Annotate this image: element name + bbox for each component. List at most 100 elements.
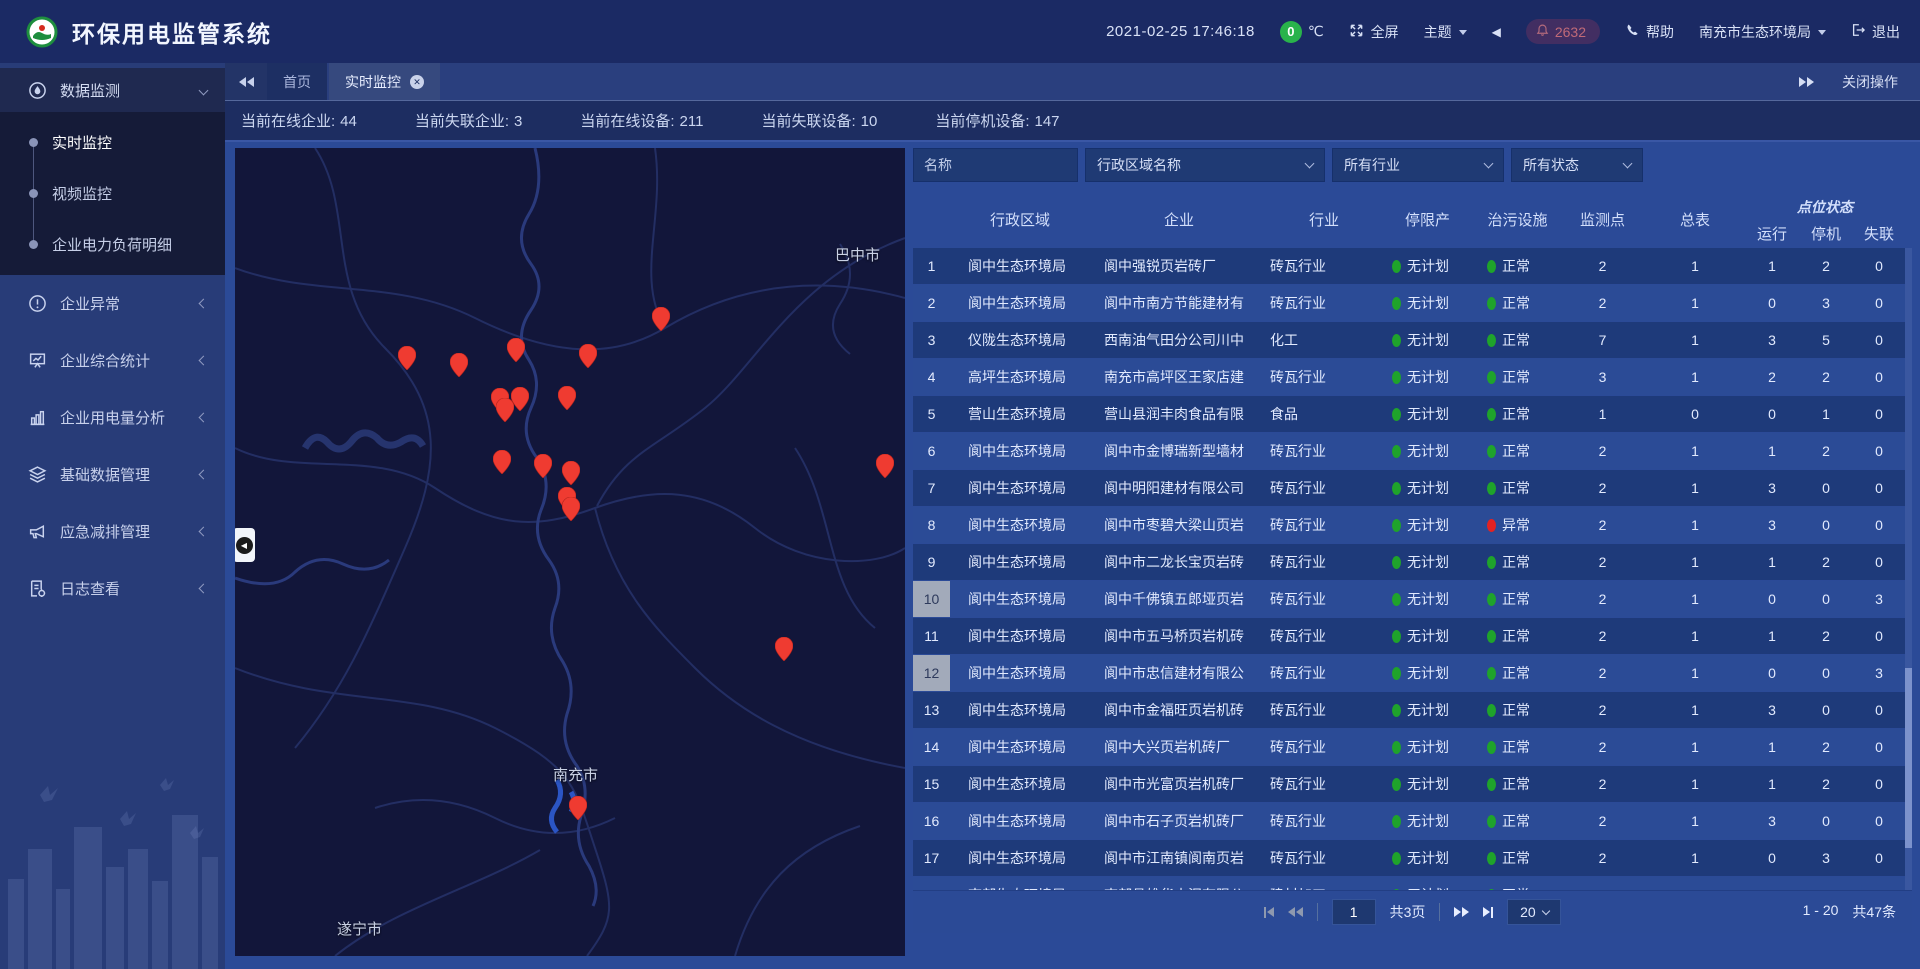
map-panel[interactable]: 巴中市南充市遂宁市 (235, 148, 905, 956)
sidebar-group: 企业综合统计 (0, 332, 225, 389)
map-pin[interactable] (876, 454, 894, 478)
table-row[interactable]: 12 阆中生态环境局 阆中市忠信建材有限公 砖瓦行业 无计划 正常 2 1 0 … (913, 655, 1912, 691)
table-row[interactable]: 17 阆中生态环境局 阆中市江南镇阆南页岩 砖瓦行业 无计划 正常 2 1 0 … (913, 840, 1912, 876)
cell-facility-status: 正常 (1475, 729, 1560, 765)
sound-icon[interactable]: ◀ (1492, 25, 1501, 39)
last-page-button[interactable] (1483, 907, 1493, 918)
sidebar-group: 应急减排管理 (0, 503, 225, 560)
tabs-forward-button[interactable] (1799, 77, 1814, 87)
chevron-icon (199, 470, 209, 480)
cell-index: 2 (913, 285, 950, 321)
table-row[interactable]: 14 阆中生态环境局 阆中大兴页岩机砖厂 砖瓦行业 无计划 正常 2 1 1 2… (913, 729, 1912, 765)
logout-button[interactable]: 退出 (1851, 22, 1900, 42)
map-collapse-button[interactable]: ◀ (235, 528, 255, 562)
cell-run-count: 3 (1745, 322, 1799, 358)
map-pin[interactable] (562, 461, 580, 485)
table-row[interactable]: 2 阆中生态环境局 阆中市南方节能建材有 砖瓦行业 无计划 正常 2 1 0 3… (913, 285, 1912, 321)
tabs-collapse-button[interactable] (225, 63, 267, 100)
cell-halt-count: 6 (1799, 877, 1853, 891)
sidebar-subitem-视频监控[interactable]: 视频监控 (0, 168, 225, 219)
map-pin[interactable] (398, 346, 416, 370)
map-pin[interactable] (507, 338, 525, 362)
table-row[interactable]: 11 阆中生态环境局 阆中市五马桥页岩机砖 砖瓦行业 无计划 正常 2 1 1 … (913, 618, 1912, 654)
table-body: 1 阆中生态环境局 阆中强锐页岩砖厂 砖瓦行业 无计划 正常 2 1 1 2 0… (913, 248, 1912, 891)
cell-facility-status: 正常 (1475, 618, 1560, 654)
table-row[interactable]: 1 阆中生态环境局 阆中强锐页岩砖厂 砖瓦行业 无计划 正常 2 1 1 2 0 (913, 248, 1912, 284)
table-row[interactable]: 9 阆中生态环境局 阆中市二龙长宝页岩砖 砖瓦行业 无计划 正常 2 1 1 2… (913, 544, 1912, 580)
table-scrollbar[interactable] (1905, 248, 1912, 891)
map-pin[interactable] (652, 307, 670, 331)
table-row[interactable]: 8 阆中生态环境局 阆中市枣碧大梁山页岩 砖瓦行业 无计划 异常 2 1 3 0… (913, 507, 1912, 543)
fullscreen-button[interactable]: 全屏 (1349, 22, 1399, 42)
cell-company: 阆中市南方节能建材有 (1090, 285, 1268, 321)
map-pin[interactable] (450, 353, 468, 377)
status-dot-icon (1487, 815, 1496, 828)
table-row[interactable]: 4 高坪生态环境局 南充市高坪区王家店建 砖瓦行业 无计划 正常 3 1 2 2… (913, 359, 1912, 395)
sidebar-item-日志查看[interactable]: 日志查看 (0, 560, 225, 617)
table-row[interactable]: 13 阆中生态环境局 阆中市金福旺页岩机砖 砖瓦行业 无计划 正常 2 1 3 … (913, 692, 1912, 728)
cell-region: 阆中生态环境局 (950, 692, 1090, 728)
cell-index: 15 (913, 766, 950, 802)
tab-close-icon[interactable]: ✕ (410, 75, 424, 89)
status-filter-select[interactable]: 所有状态 (1511, 148, 1643, 182)
table-row[interactable]: 7 阆中生态环境局 阆中明阳建材有限公司 砖瓦行业 无计划 正常 2 1 3 0… (913, 470, 1912, 506)
tab-实时监控[interactable]: 实时监控 ✕ (329, 63, 440, 100)
map-pin[interactable] (579, 344, 597, 368)
sidebar-item-企业综合统计[interactable]: 企业综合统计 (0, 332, 225, 389)
name-filter-input[interactable] (913, 148, 1078, 182)
sidebar-item-应急减排管理[interactable]: 应急减排管理 (0, 503, 225, 560)
industry-filter-select[interactable]: 所有行业 (1332, 148, 1504, 182)
table-row[interactable]: 16 阆中生态环境局 阆中市石子页岩机砖厂 砖瓦行业 无计划 正常 2 1 3 … (913, 803, 1912, 839)
col-monitor: 监测点 (1560, 190, 1645, 248)
sidebar-item-企业异常[interactable]: 企业异常 (0, 275, 225, 332)
cell-lost-count: 0 (1853, 433, 1905, 469)
help-button[interactable]: 帮助 (1625, 22, 1674, 42)
main-area: 巴中市南充市遂宁市 (225, 142, 1920, 969)
page-number-input[interactable] (1332, 899, 1376, 925)
chevron-icon (199, 584, 209, 594)
theme-menu[interactable]: 主题 (1424, 22, 1467, 42)
table-row[interactable]: 5 营山生态环境局 营山县润丰肉食品有限 食品 无计划 正常 1 0 0 1 0 (913, 396, 1912, 432)
sidebar-item-基础数据管理[interactable]: 基础数据管理 (0, 446, 225, 503)
table-row[interactable]: 3 仪陇生态环境局 西南油气田分公司川中 化工 无计划 正常 7 1 3 5 0 (913, 322, 1912, 358)
table-row[interactable]: 18 南部生态环境局 南部县雄华水泥有限公 建材加工 无计划 正常 6 0 0 … (913, 877, 1912, 891)
notification-badge[interactable]: 2632 (1526, 19, 1600, 44)
status-dot-icon (1487, 667, 1496, 680)
prev-page-button[interactable] (1288, 907, 1303, 917)
cell-monitor-count: 2 (1560, 766, 1645, 802)
cell-monitor-count: 2 (1560, 285, 1645, 321)
scrollbar-thumb[interactable] (1905, 668, 1912, 848)
map-pin[interactable] (534, 454, 552, 478)
cell-halt-count: 0 (1799, 692, 1853, 728)
sidebar-subitem-企业电力负荷明细[interactable]: 企业电力负荷明细 (0, 219, 225, 270)
table-row[interactable]: 10 阆中生态环境局 阆中千佛镇五郎垭页岩 砖瓦行业 无计划 正常 2 1 0 … (913, 581, 1912, 617)
table-row[interactable]: 15 阆中生态环境局 阆中市光富页岩机砖厂 砖瓦行业 无计划 正常 2 1 1 … (913, 766, 1912, 802)
map-pin[interactable] (496, 398, 514, 422)
close-operations-button[interactable]: 关闭操作 (1842, 72, 1898, 92)
sidebar-item-数据监测[interactable]: 数据监测 (0, 68, 225, 112)
first-page-button[interactable] (1264, 907, 1274, 918)
map-pin[interactable] (558, 386, 576, 410)
cell-stop-status: 无计划 (1380, 322, 1475, 358)
chevron-icon (199, 413, 209, 423)
region-filter-select[interactable]: 行政区域名称 (1085, 148, 1325, 182)
map-pin[interactable] (493, 450, 511, 474)
cell-facility-status: 正常 (1475, 544, 1560, 580)
cell-halt-count: 5 (1799, 322, 1853, 358)
map-pin[interactable] (569, 796, 587, 820)
map-pin[interactable] (775, 637, 793, 661)
map-pin[interactable] (562, 497, 580, 521)
sidebar-item-企业用电量分析[interactable]: 企业用电量分析 (0, 389, 225, 446)
org-menu[interactable]: 南充市生态环境局 (1699, 22, 1826, 42)
cell-company: 阆中明阳建材有限公司 (1090, 470, 1268, 506)
tab-首页[interactable]: 首页 (267, 63, 327, 100)
page-size-select[interactable]: 20 (1507, 899, 1561, 925)
map-roads (235, 148, 905, 956)
next-page-button[interactable] (1454, 907, 1469, 917)
cell-run-count: 3 (1745, 507, 1799, 543)
status-dot-icon (1392, 778, 1401, 791)
sidebar-subitem-实时监控[interactable]: 实时监控 (0, 117, 225, 168)
table-row[interactable]: 6 阆中生态环境局 阆中市金博瑞新型墙材 砖瓦行业 无计划 正常 2 1 1 2… (913, 433, 1912, 469)
cell-company: 阆中强锐页岩砖厂 (1090, 248, 1268, 284)
stats-bar: 当前在线企业:44当前失联企业:3当前在线设备:211当前失联设备:10当前停机… (225, 101, 1920, 142)
